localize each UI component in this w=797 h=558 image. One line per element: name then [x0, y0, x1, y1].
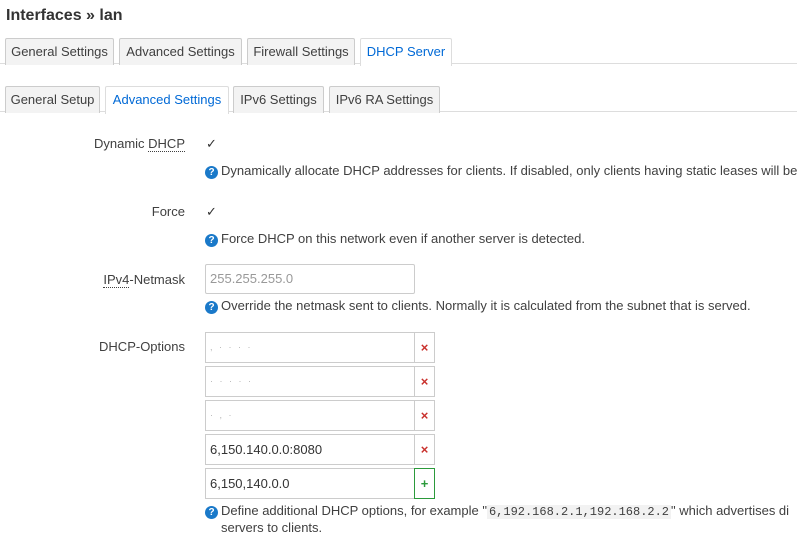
- dhcp-options-help-line2: servers to clients.: [221, 520, 323, 535]
- subtab-general-setup[interactable]: General Setup: [5, 86, 100, 113]
- dhcp-option-input[interactable]: 6,150.140.0.0:8080: [205, 434, 414, 465]
- example-code: 6,192.168.2.1,192.168.2.2: [486, 505, 671, 519]
- force-label: Force: [151, 204, 185, 219]
- dhcp-option-row: , · · · · ×: [205, 332, 435, 363]
- tab-dhcp-server[interactable]: DHCP Server: [360, 38, 452, 66]
- dynamic-dhcp-label: Dynamic DHCP: [93, 136, 185, 152]
- remove-option-button[interactable]: ×: [414, 434, 435, 465]
- page-title: Interfaces » lan: [6, 7, 123, 24]
- dhcp-option-row: 6,150.140.0.0:8080 ×: [205, 434, 435, 465]
- tab-advanced-settings[interactable]: Advanced Settings: [119, 38, 242, 65]
- question-circle-icon: ?: [205, 506, 218, 519]
- tab-firewall-settings[interactable]: Firewall Settings: [247, 38, 355, 65]
- question-circle-icon: ?: [205, 166, 218, 179]
- dhcp-option-row: · , · ×: [205, 400, 435, 431]
- dhcp-abbr: DHCP: [148, 136, 185, 152]
- force-help: ? Force DHCP on this network even if anot…: [205, 230, 585, 247]
- subtab-advanced-settings[interactable]: Advanced Settings: [105, 86, 229, 114]
- sub-tab-bar: General Setup Advanced Settings IPv6 Set…: [0, 84, 797, 114]
- main-tab-bar: General Settings Advanced Settings Firew…: [0, 36, 797, 66]
- netmask-help: ? Override the netmask sent to clients. N…: [205, 297, 751, 314]
- subtab-ipv6-settings[interactable]: IPv6 Settings: [233, 86, 324, 113]
- ipv4-abbr: IPv4: [103, 272, 130, 288]
- dhcp-option-input[interactable]: · , ·: [205, 400, 414, 431]
- dynamic-dhcp-checkbox[interactable]: ✓: [205, 137, 218, 150]
- dhcp-option-input[interactable]: · · · · ·: [205, 366, 414, 397]
- dhcp-options-label: DHCP-Options: [99, 339, 185, 354]
- tab-general-settings[interactable]: General Settings: [5, 38, 114, 65]
- question-circle-icon: ?: [205, 234, 218, 247]
- add-option-button[interactable]: +: [414, 468, 435, 499]
- dhcp-option-input[interactable]: 6,150,140.0.0: [205, 468, 414, 499]
- subtab-ipv6-ra-settings[interactable]: IPv6 RA Settings: [329, 86, 440, 113]
- remove-option-button[interactable]: ×: [414, 332, 435, 363]
- netmask-label: IPv4-Netmask: [103, 272, 185, 288]
- netmask-input[interactable]: 255.255.255.0: [205, 264, 415, 294]
- question-circle-icon: ?: [205, 301, 218, 314]
- force-checkbox[interactable]: ✓: [205, 205, 218, 218]
- remove-option-button[interactable]: ×: [414, 366, 435, 397]
- dhcp-option-input[interactable]: , · · · ·: [205, 332, 414, 363]
- dhcp-option-row-new: 6,150,140.0.0 +: [205, 468, 435, 499]
- remove-option-button[interactable]: ×: [414, 400, 435, 431]
- dynamic-dhcp-help: ? Dynamically allocate DHCP addresses for…: [205, 162, 797, 179]
- dhcp-option-row: · · · · · ×: [205, 366, 435, 397]
